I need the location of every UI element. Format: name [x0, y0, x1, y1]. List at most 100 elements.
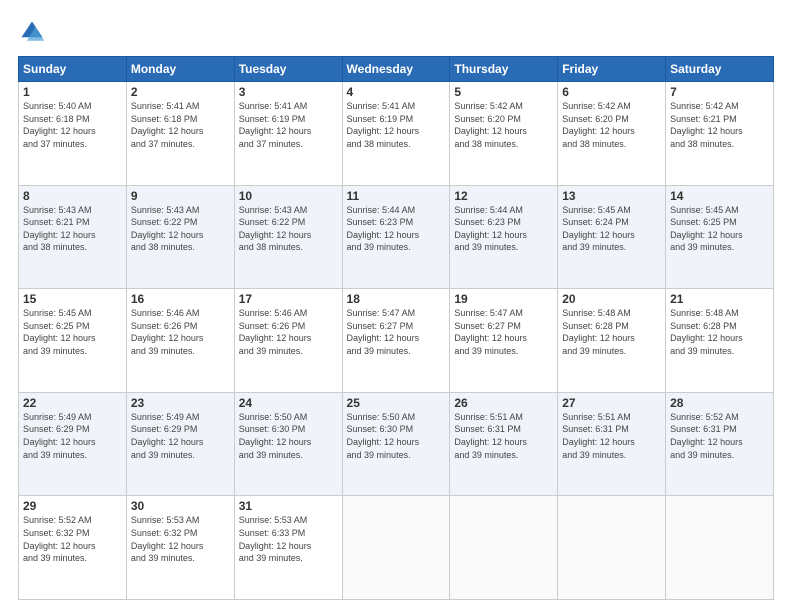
weekday-header-sunday: Sunday [19, 57, 127, 82]
day-info: Sunrise: 5:41 AM Sunset: 6:19 PM Dayligh… [239, 101, 312, 149]
day-number: 27 [562, 396, 661, 410]
calendar-cell: 11 Sunrise: 5:44 AM Sunset: 6:23 PM Dayli… [342, 185, 450, 289]
logo [18, 18, 50, 46]
calendar-cell: 4Sunrise: 5:41 AM Sunset: 6:19 PM Daylig… [342, 82, 450, 186]
calendar-cell: 20 Sunrise: 5:48 AM Sunset: 6:28 PM Dayli… [558, 289, 666, 393]
page: SundayMondayTuesdayWednesdayThursdayFrid… [0, 0, 792, 612]
day-number: 30 [131, 499, 230, 513]
calendar-cell: 18 Sunrise: 5:47 AM Sunset: 6:27 PM Dayli… [342, 289, 450, 393]
day-number: 23 [131, 396, 230, 410]
day-number: 28 [670, 396, 769, 410]
day-number: 26 [454, 396, 553, 410]
day-info: Sunrise: 5:47 AM Sunset: 6:27 PM Dayligh… [347, 308, 420, 356]
calendar-cell: 6 Sunrise: 5:42 AM Sunset: 6:20 PM Daylig… [558, 82, 666, 186]
day-info: Sunrise: 5:51 AM Sunset: 6:31 PM Dayligh… [454, 412, 527, 460]
calendar-cell: 19Sunrise: 5:47 AM Sunset: 6:27 PM Dayli… [450, 289, 558, 393]
calendar-cell: 3 Sunrise: 5:41 AM Sunset: 6:19 PM Daylig… [234, 82, 342, 186]
header [18, 18, 774, 46]
calendar-cell [450, 496, 558, 600]
day-number: 25 [347, 396, 446, 410]
day-number: 6 [562, 85, 661, 99]
day-number: 31 [239, 499, 338, 513]
day-number: 9 [131, 189, 230, 203]
day-number: 15 [23, 292, 122, 306]
day-number: 12 [454, 189, 553, 203]
calendar-cell [666, 496, 774, 600]
calendar-cell: 5Sunrise: 5:42 AM Sunset: 6:20 PM Daylig… [450, 82, 558, 186]
calendar-cell: 10 Sunrise: 5:43 AM Sunset: 6:22 PM Dayli… [234, 185, 342, 289]
calendar-cell: 24 Sunrise: 5:50 AM Sunset: 6:30 PM Dayli… [234, 392, 342, 496]
day-info: Sunrise: 5:44 AM Sunset: 6:23 PM Dayligh… [347, 205, 420, 253]
day-info: Sunrise: 5:46 AM Sunset: 6:26 PM Dayligh… [239, 308, 312, 356]
day-info: Sunrise: 5:43 AM Sunset: 6:22 PM Dayligh… [239, 205, 312, 253]
calendar-cell: 30 Sunrise: 5:53 AM Sunset: 6:32 PM Dayli… [126, 496, 234, 600]
day-info: Sunrise: 5:45 AM Sunset: 6:25 PM Dayligh… [23, 308, 96, 356]
calendar-cell: 22 Sunrise: 5:49 AM Sunset: 6:29 PM Dayli… [19, 392, 127, 496]
day-number: 18 [347, 292, 446, 306]
day-number: 11 [347, 189, 446, 203]
day-number: 8 [23, 189, 122, 203]
calendar-week-1: 1 Sunrise: 5:40 AM Sunset: 6:18 PM Daylig… [19, 82, 774, 186]
day-number: 1 [23, 85, 122, 99]
day-number: 13 [562, 189, 661, 203]
day-number: 22 [23, 396, 122, 410]
day-info: Sunrise: 5:50 AM Sunset: 6:30 PM Dayligh… [239, 412, 312, 460]
weekday-header-row: SundayMondayTuesdayWednesdayThursdayFrid… [19, 57, 774, 82]
day-number: 29 [23, 499, 122, 513]
calendar-cell: 8 Sunrise: 5:43 AM Sunset: 6:21 PM Daylig… [19, 185, 127, 289]
day-info: Sunrise: 5:41 AM Sunset: 6:18 PM Dayligh… [131, 101, 204, 149]
day-info: Sunrise: 5:47 AM Sunset: 6:27 PM Dayligh… [454, 308, 527, 356]
calendar-week-3: 15 Sunrise: 5:45 AM Sunset: 6:25 PM Dayli… [19, 289, 774, 393]
calendar-cell: 13 Sunrise: 5:45 AM Sunset: 6:24 PM Dayli… [558, 185, 666, 289]
day-number: 16 [131, 292, 230, 306]
day-number: 20 [562, 292, 661, 306]
calendar-cell: 9 Sunrise: 5:43 AM Sunset: 6:22 PM Daylig… [126, 185, 234, 289]
day-info: Sunrise: 5:40 AM Sunset: 6:18 PM Dayligh… [23, 101, 96, 149]
calendar-cell: 12 Sunrise: 5:44 AM Sunset: 6:23 PM Dayli… [450, 185, 558, 289]
day-info: Sunrise: 5:42 AM Sunset: 6:20 PM Dayligh… [562, 101, 635, 149]
day-info: Sunrise: 5:43 AM Sunset: 6:21 PM Dayligh… [23, 205, 96, 253]
day-number: 2 [131, 85, 230, 99]
calendar-cell: 1 Sunrise: 5:40 AM Sunset: 6:18 PM Daylig… [19, 82, 127, 186]
day-info: Sunrise: 5:52 AM Sunset: 6:32 PM Dayligh… [23, 515, 96, 563]
day-info: Sunrise: 5:51 AM Sunset: 6:31 PM Dayligh… [562, 412, 635, 460]
weekday-header-wednesday: Wednesday [342, 57, 450, 82]
calendar-week-2: 8 Sunrise: 5:43 AM Sunset: 6:21 PM Daylig… [19, 185, 774, 289]
day-info: Sunrise: 5:45 AM Sunset: 6:24 PM Dayligh… [562, 205, 635, 253]
day-number: 17 [239, 292, 338, 306]
day-info: Sunrise: 5:49 AM Sunset: 6:29 PM Dayligh… [23, 412, 96, 460]
day-info: Sunrise: 5:46 AM Sunset: 6:26 PM Dayligh… [131, 308, 204, 356]
day-number: 14 [670, 189, 769, 203]
day-number: 21 [670, 292, 769, 306]
day-info: Sunrise: 5:44 AM Sunset: 6:23 PM Dayligh… [454, 205, 527, 253]
calendar-cell: 28 Sunrise: 5:52 AM Sunset: 6:31 PM Dayli… [666, 392, 774, 496]
weekday-header-saturday: Saturday [666, 57, 774, 82]
day-info: Sunrise: 5:49 AM Sunset: 6:29 PM Dayligh… [131, 412, 204, 460]
calendar-cell: 29 Sunrise: 5:52 AM Sunset: 6:32 PM Dayli… [19, 496, 127, 600]
calendar-week-4: 22 Sunrise: 5:49 AM Sunset: 6:29 PM Dayli… [19, 392, 774, 496]
day-info: Sunrise: 5:43 AM Sunset: 6:22 PM Dayligh… [131, 205, 204, 253]
calendar-cell: 31 Sunrise: 5:53 AM Sunset: 6:33 PM Dayli… [234, 496, 342, 600]
calendar-cell: 7Sunrise: 5:42 AM Sunset: 6:21 PM Daylig… [666, 82, 774, 186]
day-info: Sunrise: 5:52 AM Sunset: 6:31 PM Dayligh… [670, 412, 743, 460]
day-info: Sunrise: 5:48 AM Sunset: 6:28 PM Dayligh… [562, 308, 635, 356]
day-number: 24 [239, 396, 338, 410]
day-info: Sunrise: 5:42 AM Sunset: 6:20 PM Dayligh… [454, 101, 527, 149]
calendar-cell: 27 Sunrise: 5:51 AM Sunset: 6:31 PM Dayli… [558, 392, 666, 496]
calendar-cell: 23 Sunrise: 5:49 AM Sunset: 6:29 PM Dayli… [126, 392, 234, 496]
day-number: 3 [239, 85, 338, 99]
calendar-cell: 26 Sunrise: 5:51 AM Sunset: 6:31 PM Dayli… [450, 392, 558, 496]
day-info: Sunrise: 5:45 AM Sunset: 6:25 PM Dayligh… [670, 205, 743, 253]
calendar-cell: 21Sunrise: 5:48 AM Sunset: 6:28 PM Dayli… [666, 289, 774, 393]
calendar-cell: 16 Sunrise: 5:46 AM Sunset: 6:26 PM Dayli… [126, 289, 234, 393]
day-info: Sunrise: 5:53 AM Sunset: 6:33 PM Dayligh… [239, 515, 312, 563]
day-info: Sunrise: 5:53 AM Sunset: 6:32 PM Dayligh… [131, 515, 204, 563]
weekday-header-monday: Monday [126, 57, 234, 82]
weekday-header-tuesday: Tuesday [234, 57, 342, 82]
day-info: Sunrise: 5:42 AM Sunset: 6:21 PM Dayligh… [670, 101, 743, 149]
calendar-cell [558, 496, 666, 600]
logo-icon [18, 18, 46, 46]
day-number: 10 [239, 189, 338, 203]
day-number: 4 [347, 85, 446, 99]
calendar-cell: 17 Sunrise: 5:46 AM Sunset: 6:26 PM Dayli… [234, 289, 342, 393]
